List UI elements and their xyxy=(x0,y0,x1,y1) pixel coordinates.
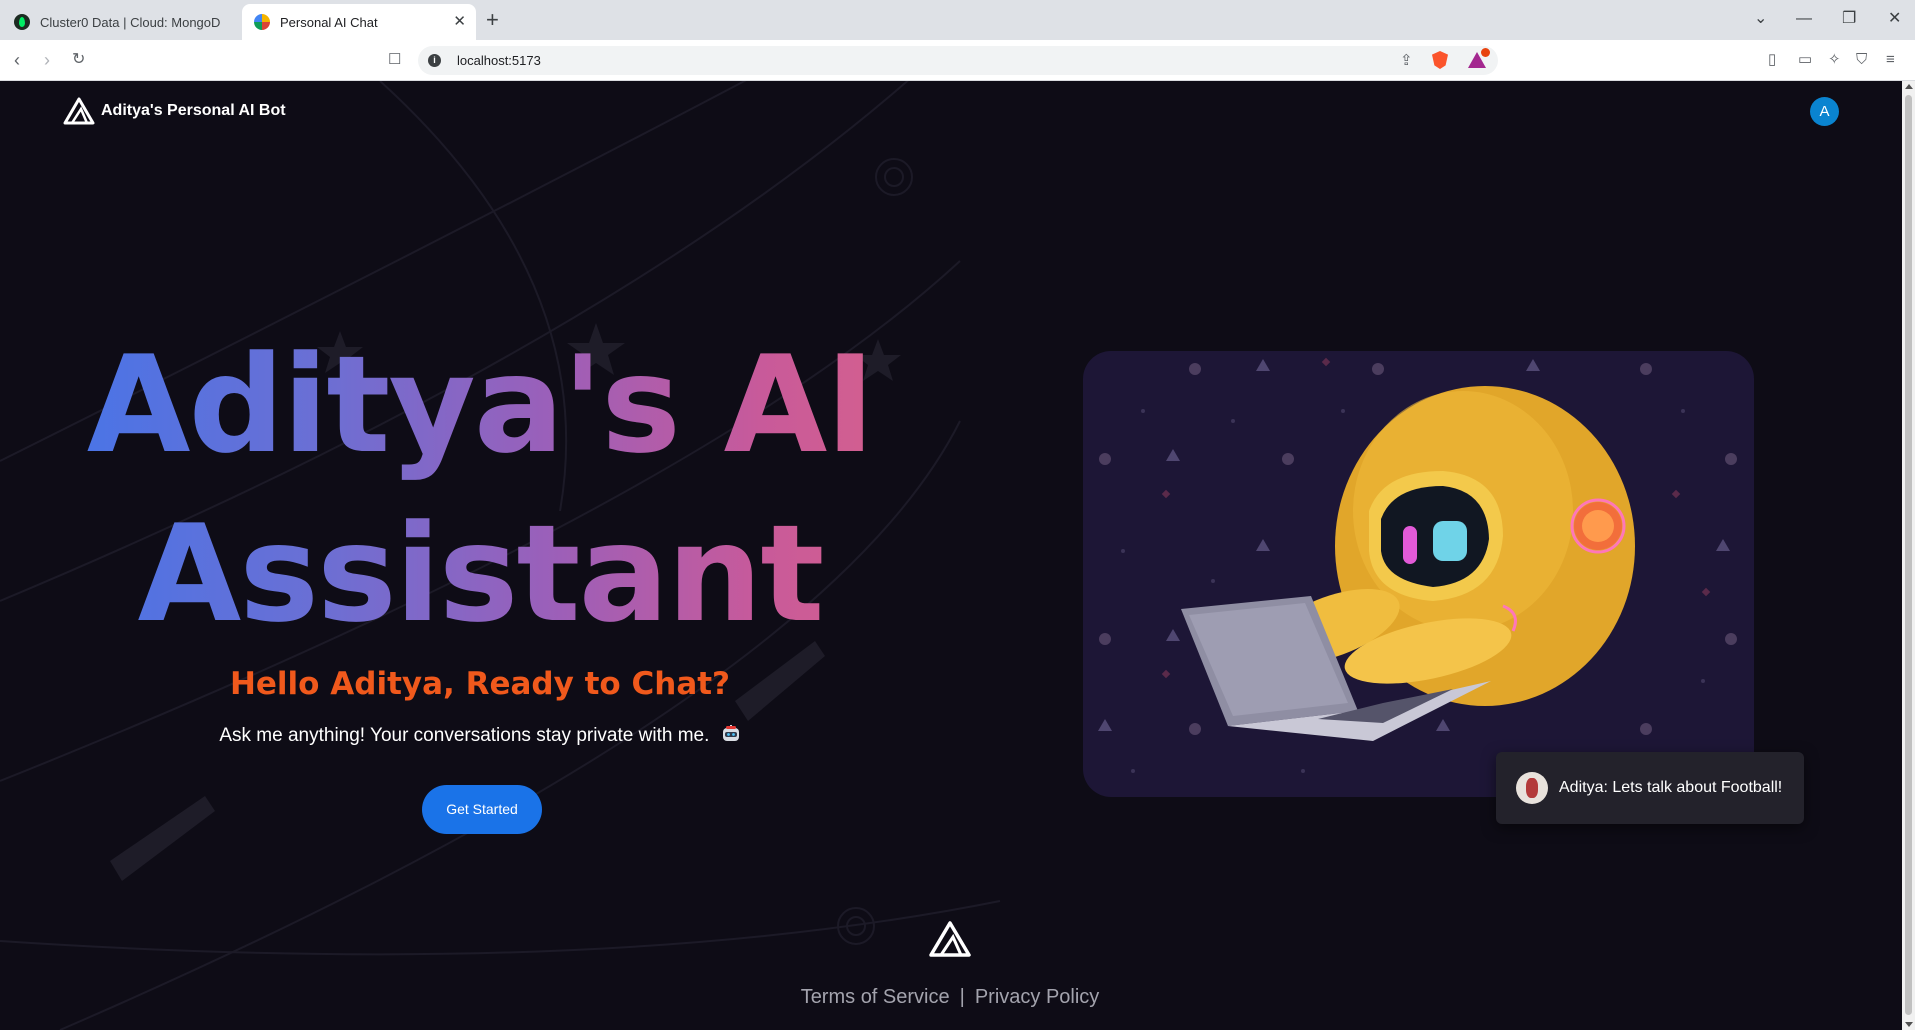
new-tab-button[interactable]: + xyxy=(486,8,499,32)
browser-toolbar: ‹ › ↻ ☐ i localhost:5173 ⇪ ▯ ▭ ✧ ⛉ ≡ xyxy=(0,40,1915,81)
menu-icon[interactable]: ≡ xyxy=(1886,50,1895,70)
close-tab-icon[interactable]: ✕ xyxy=(453,13,466,31)
robot-emoji-icon xyxy=(722,725,739,741)
chat-favicon-icon xyxy=(254,14,270,30)
tab-title: Personal AI Chat xyxy=(280,14,378,30)
vpn-icon[interactable]: ⛉ xyxy=(1856,50,1867,70)
restore-button[interactable]: ❐ xyxy=(1842,9,1856,29)
notification-badge xyxy=(1481,48,1490,57)
subtitle: Ask me anything! Your conversations stay… xyxy=(80,724,880,747)
page: Aditya's Personal AI Bot A Aditya's AI A… xyxy=(0,81,1902,1030)
tab-mongodb[interactable]: Cluster0 Data | Cloud: MongoDB Cloud xyxy=(0,4,236,40)
scrollbar-thumb[interactable] xyxy=(1905,95,1912,1015)
privacy-policy-link[interactable]: Privacy Policy xyxy=(975,986,1099,1008)
brand[interactable]: Aditya's Personal AI Bot xyxy=(63,97,286,125)
url-text[interactable]: localhost:5173 xyxy=(457,53,541,68)
share-icon[interactable]: ⇪ xyxy=(1400,51,1413,69)
mongodb-favicon-icon xyxy=(14,14,30,30)
sidebar-toggle-icon[interactable]: ▯ xyxy=(1768,50,1776,70)
user-avatar[interactable]: A xyxy=(1810,97,1839,126)
brand-logo-icon xyxy=(63,97,95,125)
subtitle-text: Ask me anything! Your conversations stay… xyxy=(219,725,710,746)
forward-button[interactable]: › xyxy=(44,49,50,71)
notification-toast[interactable]: Aditya: Lets talk about Football! xyxy=(1496,752,1804,824)
scroll-up-icon[interactable] xyxy=(1905,84,1913,89)
footer-links: Terms of Service | Privacy Policy xyxy=(700,986,1200,1009)
tab-title: Cluster0 Data | Cloud: MongoDB Cloud xyxy=(40,14,220,30)
leo-ai-icon[interactable]: ✧ xyxy=(1828,50,1841,70)
tab-personal-ai-chat[interactable]: Personal AI Chat ✕ xyxy=(242,4,476,40)
site-info-icon[interactable]: i xyxy=(428,54,441,67)
back-button[interactable]: ‹ xyxy=(14,49,20,71)
robot-illustration-image xyxy=(1098,357,1737,773)
browser-tabstrip: Cluster0 Data | Cloud: MongoDB Cloud Per… xyxy=(0,0,1915,40)
robot-illustration xyxy=(1083,351,1754,797)
bookmark-icon[interactable]: ☐ xyxy=(388,49,401,71)
scroll-down-icon[interactable] xyxy=(1905,1022,1913,1027)
brand-name: Aditya's Personal AI Bot xyxy=(101,102,286,119)
hero-title: Aditya's AI Assistant xyxy=(80,321,880,659)
minimize-button[interactable]: — xyxy=(1796,9,1812,29)
hero-title-line1: Aditya's AI xyxy=(86,327,874,483)
brave-shields-icon[interactable] xyxy=(1432,51,1448,69)
address-bar[interactable]: i localhost:5173 ⇪ xyxy=(418,46,1498,75)
tab-search-icon[interactable]: ⌄ xyxy=(1754,9,1767,29)
close-window-button[interactable]: ✕ xyxy=(1888,9,1901,29)
toast-avatar xyxy=(1516,772,1548,804)
reload-icon[interactable]: ↻ xyxy=(72,49,85,71)
wallet-icon[interactable]: ▭ xyxy=(1798,50,1812,70)
get-started-button[interactable]: Get Started xyxy=(422,785,542,834)
greeting: Hello Aditya, Ready to Chat? xyxy=(229,666,731,702)
footer-logo-icon xyxy=(929,921,971,957)
footer-separator: | xyxy=(959,986,965,1008)
page-scrollbar[interactable] xyxy=(1902,81,1915,1030)
terms-of-service-link[interactable]: Terms of Service xyxy=(801,986,950,1008)
hero-title-line2: Assistant xyxy=(137,496,823,652)
toast-message: Aditya: Lets talk about Football! xyxy=(1559,779,1783,796)
